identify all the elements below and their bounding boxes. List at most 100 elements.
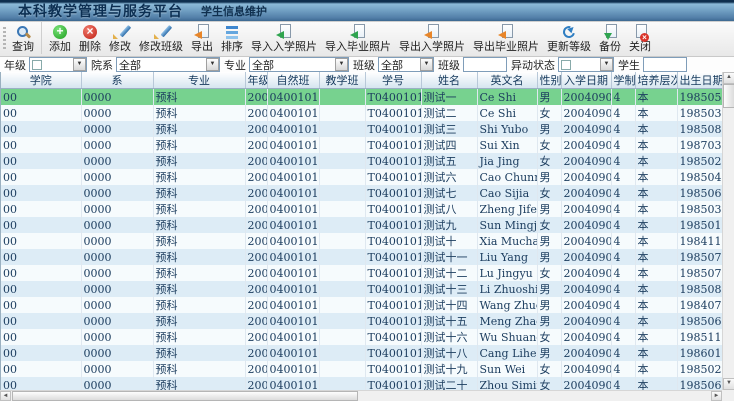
toolbar-button-label: 导入入学照片: [251, 41, 317, 54]
cell-duration: 4: [611, 361, 635, 377]
chevron-down-icon[interactable]: ▼: [206, 58, 219, 71]
student-filter-input[interactable]: [643, 57, 687, 72]
class-filter-select[interactable]: 全部 ▼: [378, 57, 434, 72]
table-row[interactable]: 00 0000 预科 2004 0400101 T040010114 测试十四 …: [1, 297, 722, 313]
cell-college: 00: [1, 329, 81, 345]
cell-teaching-class: [319, 105, 365, 121]
table-row[interactable]: 00 0000 预科 2004 0400101 T040010109 测试九 S…: [1, 217, 722, 233]
chevron-down-icon[interactable]: ▼: [420, 58, 433, 71]
table-row[interactable]: 00 0000 预科 2004 0400101 T040010112 测试十二 …: [1, 265, 722, 281]
toolbar-button-label: 排序: [221, 41, 243, 54]
cell-department: 0000: [81, 137, 153, 153]
scroll-right-icon[interactable]: ►: [711, 391, 722, 401]
delete-button[interactable]: 删除: [75, 22, 105, 54]
cell-duration: 4: [611, 121, 635, 137]
column-header[interactable]: 姓名: [421, 72, 477, 89]
export-enroll-photo-icon: [424, 24, 440, 40]
export-enroll-photo-button[interactable]: 导出入学照片: [395, 22, 469, 54]
table-row[interactable]: 00 0000 预科 2004 0400101 T040010107 测试七 C…: [1, 185, 722, 201]
chevron-down-icon[interactable]: ▼: [335, 58, 348, 71]
backup-button[interactable]: 备份: [595, 22, 625, 54]
cell-grade: 2004: [245, 89, 267, 106]
cell-college: 00: [1, 121, 81, 137]
table-row[interactable]: 00 0000 预科 2004 0400101 T040010111 测试十一 …: [1, 249, 722, 265]
grade-filter-select[interactable]: ▼: [29, 57, 87, 72]
class-filter-input[interactable]: [463, 57, 507, 72]
edit-button[interactable]: 修改: [105, 22, 135, 54]
change-status-filter-select[interactable]: ▼: [558, 57, 614, 72]
cell-enroll-date: 20040901: [561, 313, 611, 329]
scroll-up-icon[interactable]: ▲: [723, 72, 734, 84]
cell-name: 测试二: [421, 105, 477, 121]
horizontal-scrollbar[interactable]: ◄ ►: [0, 390, 722, 401]
cell-enroll-date: 20040901: [561, 185, 611, 201]
table-row[interactable]: 00 0000 预科 2004 0400101 T040010116 测试十六 …: [1, 329, 722, 345]
export-grad-photo-button[interactable]: 导出毕业照片: [469, 22, 543, 54]
cell-natural-class: 0400101: [267, 105, 319, 121]
cell-birth-date: 19850319: [677, 105, 722, 121]
department-filter-select[interactable]: 全部 ▼: [116, 57, 220, 72]
table-row[interactable]: 00 0000 预科 2004 0400101 T040010120 测试二十 …: [1, 377, 722, 390]
v-scroll-thumb[interactable]: [723, 84, 734, 108]
cell-birth-date: 19870312: [677, 137, 722, 153]
cell-grade: 2004: [245, 153, 267, 169]
chevron-down-icon[interactable]: ▼: [600, 58, 613, 71]
column-header[interactable]: 英文名: [477, 72, 537, 89]
cell-student-id: T040010109: [365, 217, 421, 233]
cell-teaching-class: [319, 153, 365, 169]
cell-natural-class: 0400101: [267, 361, 319, 377]
cell-department: 0000: [81, 361, 153, 377]
add-button[interactable]: 添加: [45, 22, 75, 54]
scroll-down-icon[interactable]: ▼: [723, 378, 734, 390]
table-row[interactable]: 00 0000 预科 2004 0400101 T040010106 测试六 C…: [1, 169, 722, 185]
column-header[interactable]: 学院: [1, 72, 81, 89]
export-button[interactable]: 导出: [187, 22, 217, 54]
table-row[interactable]: 00 0000 预科 2004 0400101 T040010115 测试十五 …: [1, 313, 722, 329]
toolbar-button-label: 导出入学照片: [399, 41, 465, 54]
cell-birth-date: 19850715: [677, 265, 722, 281]
cell-gender: 女: [537, 329, 561, 345]
cell-department: 0000: [81, 185, 153, 201]
cell-department: 0000: [81, 345, 153, 361]
department-filter-value: 全部: [119, 57, 206, 73]
major-filter-select[interactable]: 全部 ▼: [249, 57, 349, 72]
import-enroll-photo-button[interactable]: 导入入学照片: [247, 22, 321, 54]
table-row[interactable]: 00 0000 预科 2004 0400101 T040010108 测试八 Z…: [1, 201, 722, 217]
table-row[interactable]: 00 0000 预科 2004 0400101 T040010104 测试四 S…: [1, 137, 722, 153]
scrollbar-corner: [722, 390, 734, 401]
column-header[interactable]: 教学班: [319, 72, 365, 89]
column-header[interactable]: 年级: [245, 72, 267, 89]
update-level-button[interactable]: 更新等级: [543, 22, 595, 54]
table-row[interactable]: 00 0000 预科 2004 0400101 T040010103 测试三 S…: [1, 121, 722, 137]
column-header[interactable]: 培养层次: [635, 72, 677, 89]
table-row[interactable]: 00 0000 预科 2004 0400101 T040010105 测试五 J…: [1, 153, 722, 169]
column-header[interactable]: 出生日期: [677, 72, 722, 89]
column-header[interactable]: 入学日期: [561, 72, 611, 89]
close-button[interactable]: 关闭: [625, 22, 655, 54]
vertical-scrollbar[interactable]: ▲ ▼: [722, 72, 734, 390]
table-row[interactable]: 00 0000 预科 2004 0400101 T040010102 测试二 C…: [1, 105, 722, 121]
table-row[interactable]: 00 0000 预科 2004 0400101 T040010113 测试十三 …: [1, 281, 722, 297]
column-header[interactable]: 学制: [611, 72, 635, 89]
column-header[interactable]: 专业: [153, 72, 245, 89]
chevron-down-icon[interactable]: ▼: [73, 58, 86, 71]
sort-button[interactable]: 排序: [217, 22, 247, 54]
toolbar-grip-icon[interactable]: [3, 27, 6, 51]
table-row[interactable]: 00 0000 预科 2004 0400101 T040010119 测试十九 …: [1, 361, 722, 377]
table-row[interactable]: 00 0000 预科 2004 0400101 T040010118 测试十八 …: [1, 345, 722, 361]
cell-birth-date: 19850714: [677, 249, 722, 265]
cell-grade: 2004: [245, 121, 267, 137]
cell-name: 测试一: [421, 89, 477, 106]
column-header[interactable]: 学号: [365, 72, 421, 89]
column-header[interactable]: 性别: [537, 72, 561, 89]
column-header[interactable]: 自然班: [267, 72, 319, 89]
query-button[interactable]: 查询: [8, 22, 42, 54]
table-row[interactable]: 00 0000 预科 2004 0400101 T040010110 测试十 X…: [1, 233, 722, 249]
scroll-left-icon[interactable]: ◄: [0, 391, 11, 401]
cell-gender: 男: [537, 121, 561, 137]
edit-class-button[interactable]: 修改班级: [135, 22, 187, 54]
column-header[interactable]: 系: [81, 72, 153, 89]
import-grad-photo-button[interactable]: 导入毕业照片: [321, 22, 395, 54]
table-row[interactable]: 00 0000 预科 2004 0400101 T040010101 测试一 C…: [1, 89, 722, 106]
h-scroll-thumb[interactable]: [12, 391, 358, 401]
